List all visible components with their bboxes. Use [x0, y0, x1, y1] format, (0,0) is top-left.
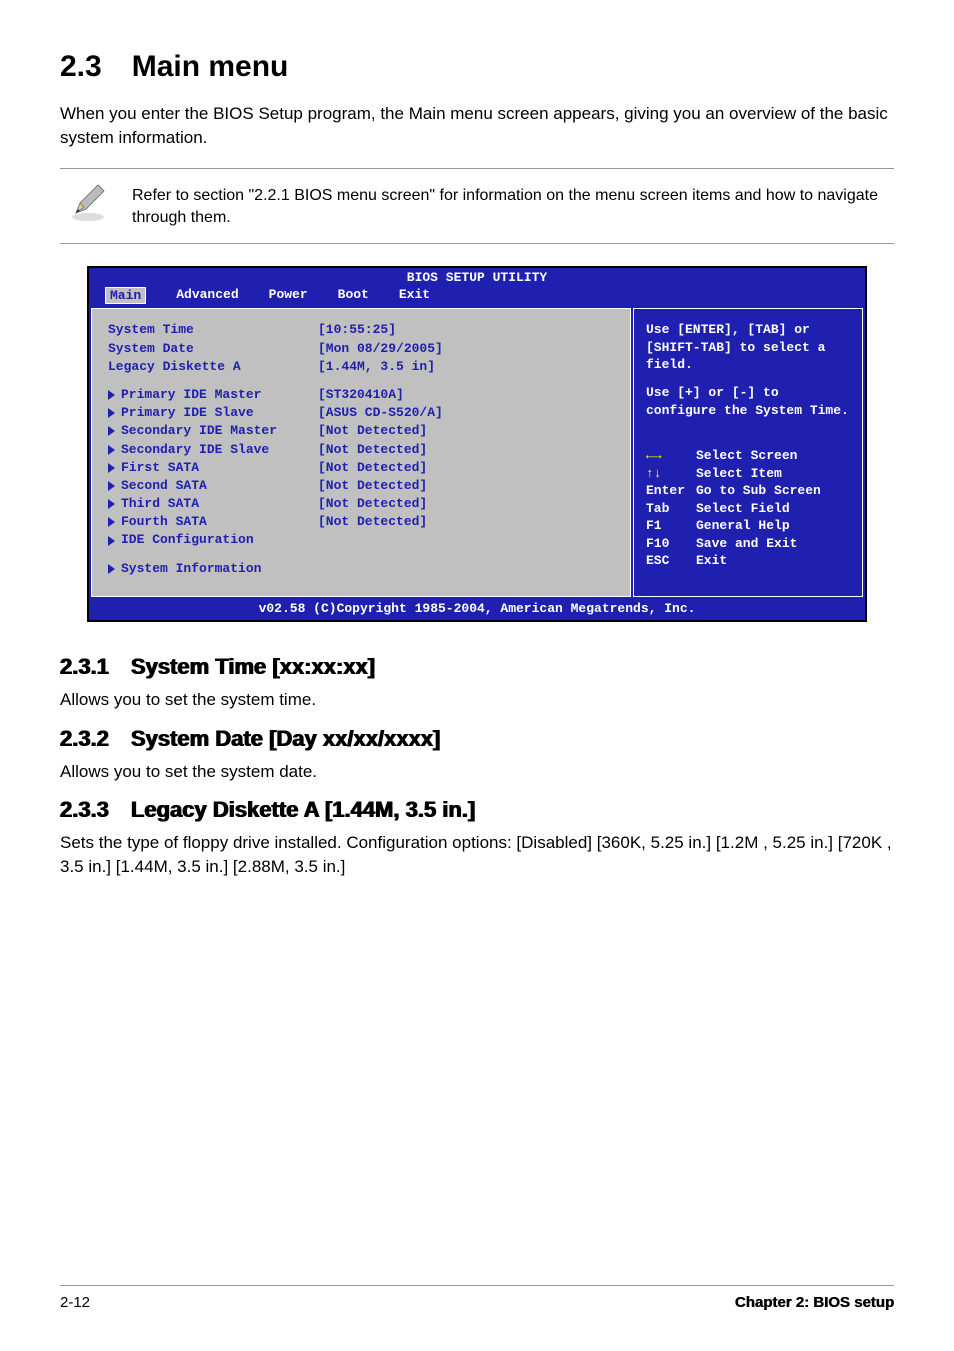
- triangle-icon: [108, 536, 115, 546]
- key-name: ESC: [646, 552, 696, 570]
- key-desc: General Help: [696, 517, 790, 535]
- key-name: F1: [646, 517, 696, 535]
- bios-row-label: System Time: [108, 321, 318, 339]
- bios-row-value: [Not Detected]: [318, 459, 614, 477]
- bios-row-label: Secondary IDE Slave: [108, 441, 318, 459]
- bios-row-label: First SATA: [108, 459, 318, 477]
- bios-row-value: [Not Detected]: [318, 441, 614, 459]
- bios-tab-bar: Main Advanced Power Boot Exit: [89, 287, 865, 308]
- bios-row[interactable]: Primary IDE Slave[ASUS CD-S520/A]: [108, 404, 614, 422]
- bios-row-label: Second SATA: [108, 477, 318, 495]
- bios-row-label: IDE Configuration: [108, 531, 318, 549]
- key-legend-row: TabSelect Field: [646, 500, 850, 518]
- triangle-icon: [108, 426, 115, 436]
- bios-row-value: [1.44M, 3.5 in]: [318, 358, 614, 376]
- bios-title: BIOS SETUP UTILITY: [89, 268, 865, 287]
- bios-row-label: Legacy Diskette A: [108, 358, 318, 376]
- section-text-1: Allows you to set the system time.: [60, 688, 894, 712]
- bios-help-text-2: Use [+] or [-] to configure the System T…: [646, 384, 850, 419]
- bios-row-value: [Not Detected]: [318, 422, 614, 440]
- bios-row-label: Fourth SATA: [108, 513, 318, 531]
- key-desc: Select Field: [696, 500, 790, 518]
- pencil-icon: [68, 183, 108, 223]
- bios-tab-exit[interactable]: Exit: [399, 287, 430, 304]
- bios-row-label: System Information: [108, 560, 318, 578]
- bios-row[interactable]: Primary IDE Master[ST320410A]: [108, 386, 614, 404]
- triangle-icon: [108, 445, 115, 455]
- key-name: F10: [646, 535, 696, 553]
- key-desc: Exit: [696, 552, 727, 570]
- key-desc: Select Item: [696, 465, 782, 483]
- triangle-icon: [108, 499, 115, 509]
- bios-row-value: [ASUS CD-S520/A]: [318, 404, 614, 422]
- section-text-2: Allows you to set the system date.: [60, 760, 894, 784]
- bios-tab-advanced[interactable]: Advanced: [176, 287, 238, 304]
- bios-copyright: v02.58 (C)Copyright 1985-2004, American …: [89, 599, 865, 620]
- triangle-icon: [108, 463, 115, 473]
- bios-tab-boot[interactable]: Boot: [338, 287, 369, 304]
- key-name: ←→: [646, 447, 696, 465]
- key-desc: Select Screen: [696, 447, 797, 465]
- key-legend-row: ↑↓Select Item: [646, 465, 850, 483]
- bios-row-label: Primary IDE Slave: [108, 404, 318, 422]
- bios-row[interactable]: System Information: [108, 560, 614, 578]
- bios-tab-power[interactable]: Power: [269, 287, 308, 304]
- note-text: Refer to section "2.2.1 BIOS menu screen…: [132, 183, 894, 230]
- bios-row-value: [Not Detected]: [318, 495, 614, 513]
- key-name: ↑↓: [646, 465, 696, 483]
- bios-right-panel: Use [ENTER], [TAB] or [SHIFT-TAB] to sel…: [633, 308, 863, 596]
- bios-row-value: [Not Detected]: [318, 513, 614, 531]
- triangle-icon: [108, 481, 115, 491]
- page-heading: 2.3 Main menu: [60, 50, 894, 84]
- key-legend-row: ←→Select Screen: [646, 447, 850, 465]
- bios-row-value: [318, 531, 614, 549]
- bios-row[interactable]: Legacy Diskette A[1.44M, 3.5 in]: [108, 358, 614, 376]
- bios-tab-main[interactable]: Main: [105, 287, 146, 304]
- bios-row[interactable]: Third SATA[Not Detected]: [108, 495, 614, 513]
- key-name: Tab: [646, 500, 696, 518]
- bios-row-value: [10:55:25]: [318, 321, 614, 339]
- key-name: Enter: [646, 482, 696, 500]
- key-legend-row: ESCExit: [646, 552, 850, 570]
- bios-row[interactable]: Second SATA[Not Detected]: [108, 477, 614, 495]
- chapter-label: Chapter 2: BIOS setup: [735, 1294, 894, 1311]
- bios-key-legend: ←→Select Screen↑↓Select ItemEnterGo to S…: [646, 447, 850, 570]
- section-heading-2: 2.3.2 System Date [Day xx/xx/xxxx]: [60, 726, 894, 752]
- key-desc: Save and Exit: [696, 535, 797, 553]
- bios-screenshot: BIOS SETUP UTILITY Main Advanced Power B…: [87, 266, 867, 621]
- note-box: Refer to section "2.2.1 BIOS menu screen…: [60, 168, 894, 245]
- bios-row-label: Secondary IDE Master: [108, 422, 318, 440]
- bios-row[interactable]: System Time[10:55:25]: [108, 321, 614, 339]
- section-heading-1: 2.3.1 System Time [xx:xx:xx]: [60, 654, 894, 680]
- bios-row-value: [Not Detected]: [318, 477, 614, 495]
- bios-row-value: [318, 560, 614, 578]
- bios-row[interactable]: Secondary IDE Master[Not Detected]: [108, 422, 614, 440]
- triangle-icon: [108, 390, 115, 400]
- key-desc: Go to Sub Screen: [696, 482, 821, 500]
- bios-row-label: System Date: [108, 340, 318, 358]
- bios-row[interactable]: Secondary IDE Slave[Not Detected]: [108, 441, 614, 459]
- section-text-3: Sets the type of floppy drive installed.…: [60, 831, 894, 879]
- section-heading-3: 2.3.3 Legacy Diskette A [1.44M, 3.5 in.]: [60, 797, 894, 823]
- page-number: 2-12: [60, 1294, 90, 1311]
- key-legend-row: F1General Help: [646, 517, 850, 535]
- bios-row-value: [ST320410A]: [318, 386, 614, 404]
- bios-row[interactable]: First SATA[Not Detected]: [108, 459, 614, 477]
- triangle-icon: [108, 564, 115, 574]
- bios-row[interactable]: IDE Configuration: [108, 531, 614, 549]
- bios-row-value: [Mon 08/29/2005]: [318, 340, 614, 358]
- bios-row-label: Primary IDE Master: [108, 386, 318, 404]
- triangle-icon: [108, 517, 115, 527]
- bios-row-label: Third SATA: [108, 495, 318, 513]
- triangle-icon: [108, 408, 115, 418]
- page-footer: 2-12 Chapter 2: BIOS setup: [60, 1285, 894, 1311]
- intro-paragraph: When you enter the BIOS Setup program, t…: [60, 102, 894, 150]
- bios-row[interactable]: Fourth SATA[Not Detected]: [108, 513, 614, 531]
- key-legend-row: EnterGo to Sub Screen: [646, 482, 850, 500]
- bios-left-panel: System Time[10:55:25]System Date[Mon 08/…: [91, 308, 631, 596]
- key-legend-row: F10Save and Exit: [646, 535, 850, 553]
- bios-help-text-1: Use [ENTER], [TAB] or [SHIFT-TAB] to sel…: [646, 321, 850, 374]
- bios-row[interactable]: System Date[Mon 08/29/2005]: [108, 340, 614, 358]
